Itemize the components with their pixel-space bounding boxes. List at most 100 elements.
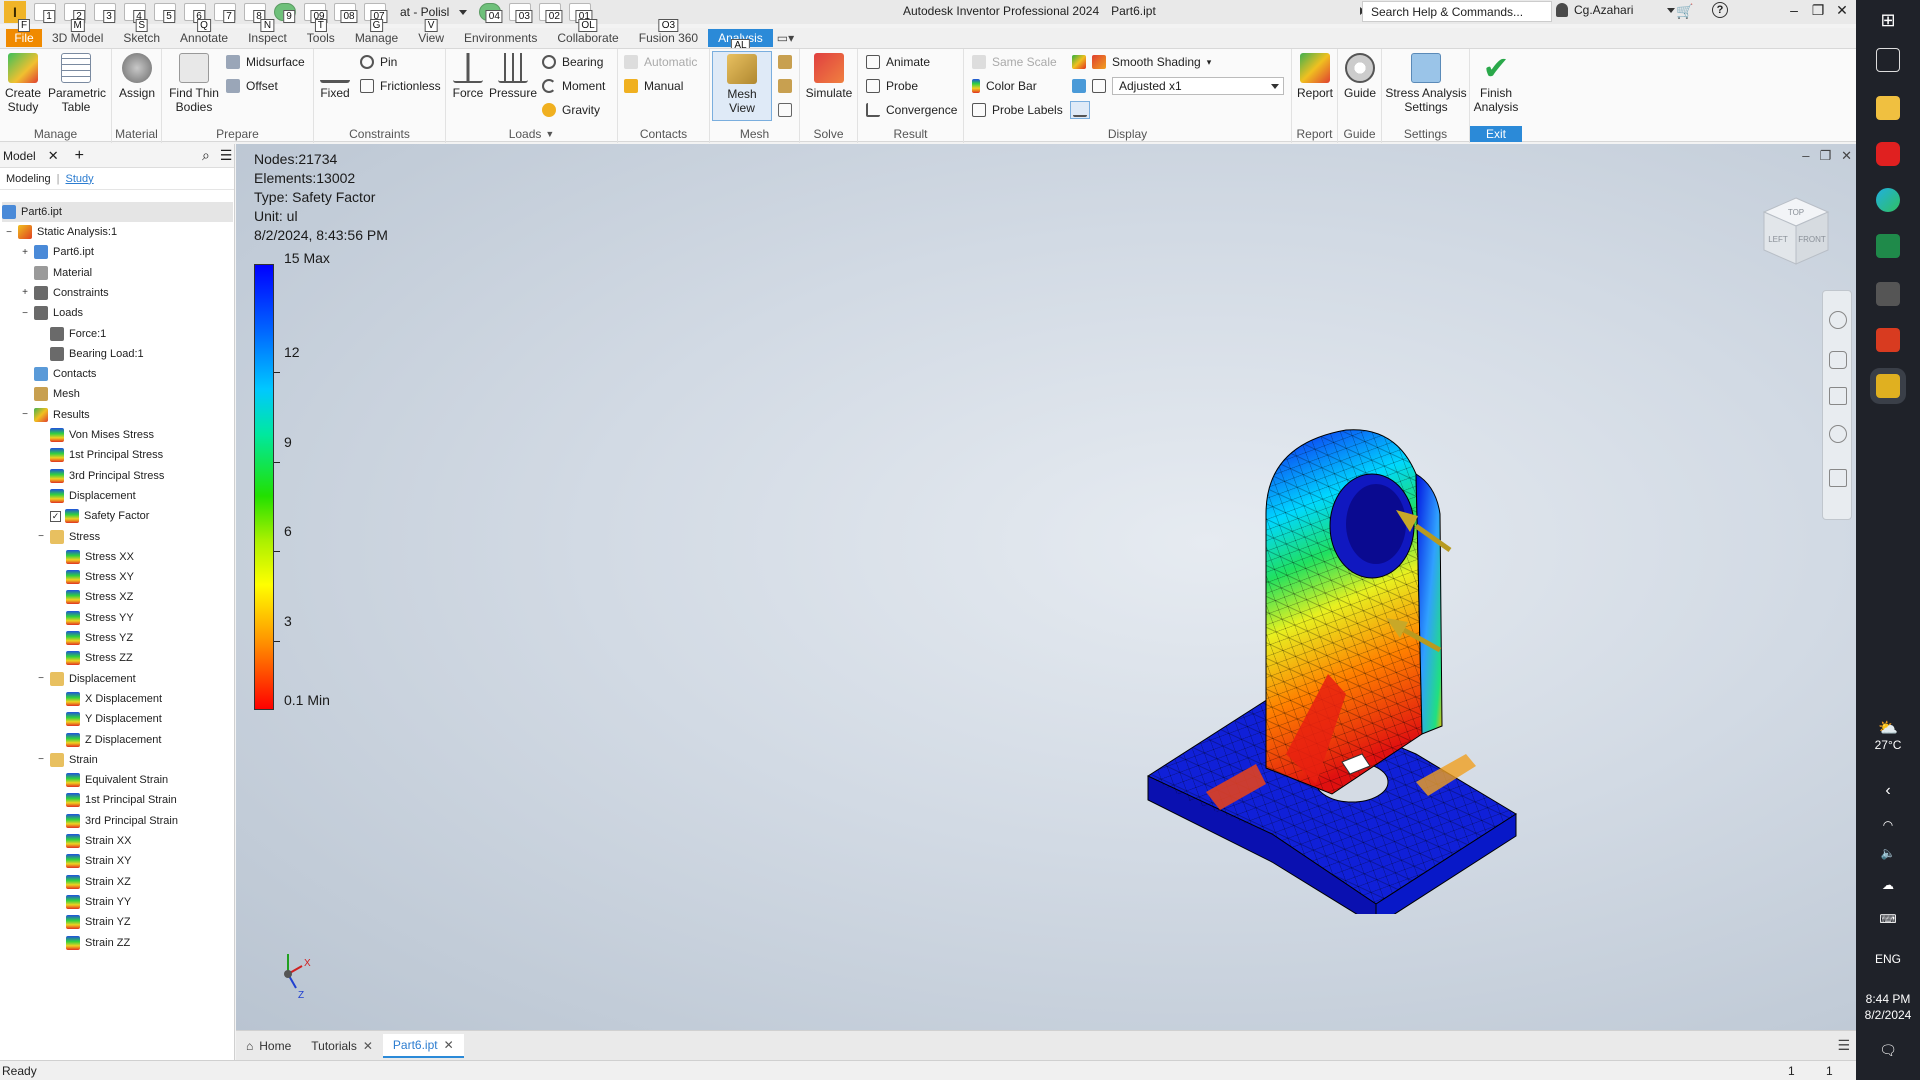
tree-item[interactable]: X Displacement [52,689,162,709]
modeling-link[interactable]: Modeling [6,173,51,185]
tree-item[interactable]: ✓ Safety Factor [36,506,149,526]
ribbon-options-icon[interactable]: ▭▾ [773,29,798,47]
pressure-button[interactable]: Pressure [488,53,538,100]
windows-start-icon[interactable]: ⊞ [1876,10,1900,34]
report-button[interactable]: Report [1296,53,1334,100]
simulate-button[interactable]: Simulate [804,53,854,100]
tab-tutorials[interactable]: Tutorials ✕ [301,1034,383,1058]
find-thin-bodies-button[interactable]: Find Thin Bodies [166,53,222,114]
local-mesh-button[interactable] [778,79,792,93]
tree-item[interactable]: − Stress [36,527,100,547]
tab-fusion-360[interactable]: Fusion 360 O3 [629,19,708,47]
tree-item[interactable]: 1st Principal Strain [52,790,177,810]
collapse-icon[interactable]: − [20,308,30,319]
parametric-table-button[interactable]: Parametric Table [48,53,106,114]
automatic-contacts-button[interactable]: Automatic [624,55,697,69]
restore-icon[interactable]: ❐ [1806,2,1830,19]
boundary-conditions-button[interactable] [1072,79,1086,93]
tab-collaborate[interactable]: Collaborate OL [547,19,628,47]
offset-button[interactable]: Offset [226,79,278,93]
help-search-input[interactable]: Search Help & Commands... [1362,1,1552,22]
frictionless-constraint-button[interactable]: Frictionless [360,79,441,93]
sketch-icon[interactable]: 08 [334,3,358,23]
guide-button[interactable]: Guide [1342,53,1378,100]
close-icon[interactable]: ✕ [1841,148,1852,164]
help-icon[interactable]: ? [1712,2,1728,18]
tree-item[interactable]: Z Displacement [52,730,161,750]
tree-item[interactable]: Strain YZ [52,912,131,932]
tab-file[interactable]: File F [6,19,42,47]
shading-dropdown[interactable]: Smooth Shading ▾ [1072,55,1211,69]
tree-item[interactable]: Strain XZ [52,872,131,892]
bearing-load-button[interactable]: Bearing [542,55,603,69]
task-view-icon[interactable] [1876,48,1900,72]
min-value-button[interactable] [1070,101,1090,119]
stress-analysis-settings-button[interactable]: Stress Analysis Settings [1384,53,1468,114]
pan-icon[interactable] [1829,351,1847,369]
tree-item[interactable]: Strain XY [52,851,131,871]
force-button[interactable]: Force [450,53,486,100]
clear-override-icon[interactable]: 03 [509,3,533,23]
close-icon[interactable]: ✕ [444,1038,454,1052]
cart-icon[interactable]: 🛒 [1676,3,1693,20]
gravity-button[interactable]: Gravity [542,103,600,117]
look-at-icon[interactable] [1829,469,1847,487]
fea-model[interactable] [876,314,1556,914]
tree-item[interactable]: − Static Analysis:1 [4,222,117,242]
tab-3d-model[interactable]: 3D Model M [42,19,113,47]
viewcube[interactable]: TOP LEFT FRONT [1756,190,1836,280]
chevron-left-icon[interactable]: ‹ [1856,782,1920,800]
tab-tools[interactable]: Tools T [297,19,345,47]
expand-icon[interactable]: + [20,287,30,298]
tree-item[interactable]: Stress XZ [52,587,133,607]
close-icon[interactable]: ✕ [1830,2,1854,19]
same-scale-button[interactable]: Same Scale [972,55,1057,69]
tab-inspect[interactable]: Inspect N [238,19,297,47]
app-m-icon[interactable] [1876,282,1900,306]
tree-item[interactable]: Stress YY [52,608,134,628]
fixed-constraint-button[interactable]: Fixed [316,53,354,100]
animate-button[interactable]: Animate [866,55,930,69]
tree-item[interactable]: Equivalent Strain [52,770,168,790]
volume-icon[interactable]: 🔈 [1856,846,1920,860]
tree-item[interactable]: Y Displacement [52,709,162,729]
expand-icon[interactable]: + [20,247,30,258]
redo-icon[interactable]: 5 [154,3,176,23]
tab-annotate[interactable]: Annotate Q [170,19,238,47]
close-icon[interactable]: ✕ [363,1039,373,1053]
checkbox-icon[interactable]: ✓ [50,510,61,522]
tree-item[interactable]: 3rd Principal Stress [36,466,164,486]
excel-icon[interactable] [1876,234,1900,258]
manual-contacts-button[interactable]: Manual [624,79,683,93]
menu-icon[interactable]: ☰ [220,147,233,164]
menu-icon[interactable]: ☰ [1837,1037,1850,1054]
deformed-display-button[interactable] [1092,79,1106,93]
tree-item[interactable]: Stress YZ [52,628,133,648]
pin-constraint-button[interactable]: Pin [360,55,397,69]
office-icon[interactable] [1876,328,1900,352]
tree-item[interactable]: Stress ZZ [52,648,133,668]
color-bar[interactable] [254,264,274,710]
collapse-icon[interactable]: − [36,531,46,542]
zoom-icon[interactable] [1829,387,1847,405]
youtube-icon[interactable] [1876,142,1900,166]
file-explorer-icon[interactable] [1876,96,1900,120]
material-dropdown[interactable]: at - Polisl [400,5,468,19]
cloud-icon[interactable]: ☁ [1856,878,1920,892]
tree-item[interactable]: 1st Principal Stress [36,445,163,465]
probe-button[interactable]: Probe [866,79,918,93]
create-study-button[interactable]: Create Study [4,53,42,114]
displacement-scale-dropdown[interactable]: Adjusted x1 [1112,77,1284,95]
tree-item[interactable]: + Part6.ipt [20,242,94,262]
tree-item[interactable]: − Strain [36,750,98,770]
tab-view[interactable]: View V [408,19,454,47]
collapse-icon[interactable]: − [20,409,30,420]
tab-sketch[interactable]: Sketch S [113,19,170,47]
probe-labels-button[interactable]: Probe Labels [972,103,1063,117]
tab-home[interactable]: ⌂ Home [236,1034,301,1058]
tree-item[interactable]: Strain XX [52,831,131,851]
clock-date[interactable]: 8/2/2024 [1856,1008,1920,1022]
mesh-settings-button[interactable] [778,55,792,69]
tab-manage[interactable]: Manage G [345,19,408,47]
tab-model[interactable]: Model [3,149,36,163]
